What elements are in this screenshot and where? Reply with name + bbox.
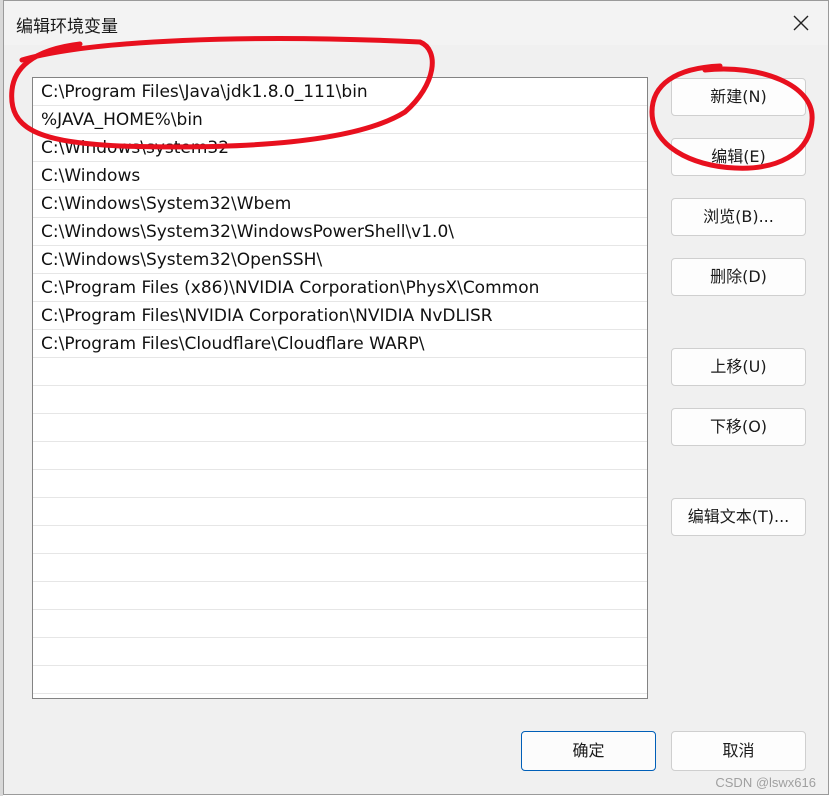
delete-button[interactable]: 删除(D) <box>671 258 806 296</box>
list-item[interactable]: C:\Program Files\Cloudflare\Cloudflare W… <box>33 330 647 358</box>
csdn-watermark: CSDN @lswx616 <box>715 775 816 790</box>
list-item[interactable]: C:\Windows\System32\OpenSSH\ <box>33 246 647 274</box>
list-item[interactable]: C:\Program Files (x86)\NVIDIA Corporatio… <box>33 274 647 302</box>
list-item[interactable]: C:\Program Files\NVIDIA Corporation\NVID… <box>33 302 647 330</box>
edit-button[interactable]: 编辑(E) <box>671 138 806 176</box>
list-item[interactable]: C:\Windows <box>33 162 647 190</box>
list-item[interactable]: C:\Windows\System32\WindowsPowerShell\v1… <box>33 218 647 246</box>
empty-list-row <box>33 414 647 442</box>
close-icon <box>793 15 809 31</box>
empty-list-row <box>33 638 647 666</box>
cancel-button[interactable]: 取消 <box>671 731 806 771</box>
empty-list-row <box>33 554 647 582</box>
empty-list-row <box>33 358 647 386</box>
close-button[interactable] <box>784 7 818 39</box>
empty-list-row <box>33 498 647 526</box>
empty-list-row <box>33 470 647 498</box>
list-item[interactable]: %JAVA_HOME%\bin <box>33 106 647 134</box>
ok-button[interactable]: 确定 <box>521 731 656 771</box>
list-item[interactable]: C:\Windows\system32 <box>33 134 647 162</box>
edit-text-button[interactable]: 编辑文本(T)... <box>671 498 806 536</box>
empty-list-row <box>33 526 647 554</box>
empty-list-row <box>33 442 647 470</box>
path-entries-list[interactable]: C:\Program Files\Java\jdk1.8.0_111\bin %J… <box>32 77 648 699</box>
title-bar: 编辑环境变量 <box>4 1 828 45</box>
list-item[interactable]: C:\Windows\System32\Wbem <box>33 190 647 218</box>
empty-list-row <box>33 582 647 610</box>
move-up-button[interactable]: 上移(U) <box>671 348 806 386</box>
edit-environment-variable-dialog: 编辑环境变量 C:\Program Files\Java\jdk1.8.0_11… <box>3 0 829 795</box>
empty-list-row <box>33 666 647 694</box>
new-button[interactable]: 新建(N) <box>671 78 806 116</box>
list-item[interactable]: C:\Program Files\Java\jdk1.8.0_111\bin <box>33 78 647 106</box>
browse-button[interactable]: 浏览(B)... <box>671 198 806 236</box>
dialog-title: 编辑环境变量 <box>16 17 118 37</box>
empty-list-row <box>33 610 647 638</box>
move-down-button[interactable]: 下移(O) <box>671 408 806 446</box>
empty-list-row <box>33 386 647 414</box>
